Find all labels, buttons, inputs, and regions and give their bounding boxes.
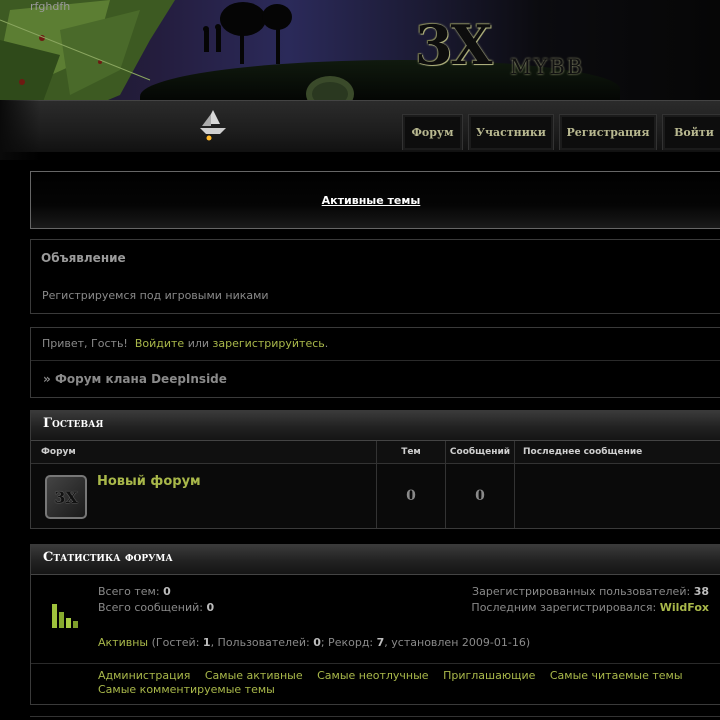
breadcrumb: » Форум клана DeepInside (43, 372, 227, 386)
link-inviters[interactable]: Приглашающие (443, 669, 535, 682)
category-guest-panel: Гостевая Форум Тем Сообщений Последнее с… (30, 410, 720, 529)
divider (445, 441, 446, 528)
link-most-read[interactable]: Самые читаемые темы (550, 669, 683, 682)
online-link[interactable]: Активны (98, 636, 148, 649)
ship-icon (200, 110, 226, 141)
link-most-commented[interactable]: Самые комментируемые темы (98, 683, 275, 696)
greeting-suffix: . (324, 337, 329, 350)
login-link[interactable]: Войдите (135, 337, 184, 350)
divider (376, 441, 377, 528)
total-posts: Всего сообщений: 0 (98, 601, 215, 614)
breadcrumb-forum-link[interactable]: Форум клана DeepInside (55, 372, 227, 386)
statistics-bars-icon (52, 604, 78, 628)
announcement-text: Регистрируемся под игровыми никами (42, 289, 269, 302)
col-topics: Тем (377, 441, 445, 463)
category-header: Гостевая (31, 411, 720, 441)
divider (31, 663, 720, 664)
last-registered-user-link[interactable]: WildFox (660, 601, 709, 614)
nav-register-button[interactable]: Регистрация (559, 114, 657, 150)
col-last-post: Последнее сообщение (515, 441, 720, 463)
nav-login-button[interactable]: Войти (662, 114, 720, 150)
link-administration[interactable]: Администрация (98, 669, 190, 682)
divider (31, 360, 720, 361)
registered-users: Зарегистрированных пользователей: 38 (472, 585, 709, 598)
greeting-line: Привет, Гость! Войдите или зарегистрируй… (42, 337, 328, 350)
link-most-online[interactable]: Самые неотлучные (317, 669, 428, 682)
total-topics: Всего тем: 0 (98, 585, 171, 598)
breadcrumb-marker: » (43, 372, 51, 386)
active-topics-panel: Активные темы (30, 171, 720, 229)
statistics-header: Статистика форума (31, 545, 720, 575)
announcement-title: Объявление (41, 251, 126, 265)
greeting-or: или (187, 337, 210, 350)
greeting-prefix: Привет, Гость! (42, 337, 128, 350)
tree-trunk (240, 30, 244, 64)
forum-row-last-cell (515, 464, 720, 528)
nav-forum-button[interactable]: Форум (402, 114, 463, 150)
announcement-panel: Объявление Регистрируемся под игровыми н… (30, 239, 720, 314)
greeting-panel: Привет, Гость! Войдите или зарегистрируй… (30, 327, 720, 398)
forum-posts-count: 0 (475, 488, 485, 504)
category-title[interactable]: Гостевая (43, 416, 103, 431)
divider (31, 463, 720, 464)
nav-shadow (0, 100, 40, 160)
forum-status-icon: 3X (45, 475, 87, 519)
active-topics-link[interactable]: Активные темы (31, 194, 711, 207)
soldiers-silhouette-icon (203, 24, 221, 52)
divider (514, 441, 515, 528)
online-users: Активны (Гостей: 1, Пользователей: 0; Ре… (98, 636, 531, 649)
register-link[interactable]: зарегистрируйтесь (213, 337, 325, 350)
forum-name-link[interactable]: Новый форум (97, 474, 201, 489)
divider (30, 716, 720, 717)
quick-links: Администрация Самые активные Самые неотл… (98, 669, 718, 697)
col-forum: Форум (31, 441, 376, 463)
statistics-title: Статистика форума (43, 550, 173, 565)
helmet-icon (306, 76, 354, 100)
col-posts: Сообщений (446, 441, 514, 463)
logo-3x: 3X (415, 13, 492, 77)
statistics-panel: Статистика форума Всего тем: 0 Всего соо… (30, 544, 720, 705)
header-banner: 3X MYBB rfghdfh (0, 0, 720, 100)
last-registered: Последним зарегистрировался: WildFox (471, 601, 709, 614)
tree-trunk (276, 26, 280, 64)
link-most-active[interactable]: Самые активные (205, 669, 303, 682)
nav-members-button[interactable]: Участники (468, 114, 554, 150)
leaves-decoration-icon (0, 0, 175, 100)
logo-mybb: MYBB (510, 55, 585, 79)
site-name[interactable]: rfghdfh (30, 0, 70, 13)
forum-topics-count: 0 (406, 488, 416, 504)
